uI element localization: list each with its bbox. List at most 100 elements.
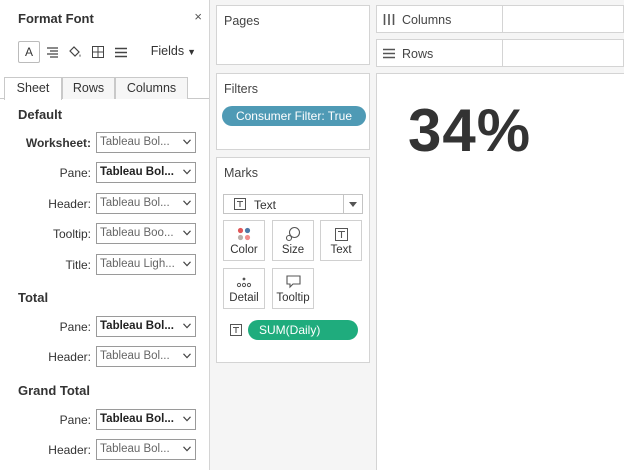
color-dots-icon bbox=[237, 227, 251, 241]
alignment-icon bbox=[46, 47, 58, 58]
select-value: Tableau Boo... bbox=[100, 227, 174, 239]
chevron-down-icon: ▼ bbox=[187, 47, 196, 57]
size-icon bbox=[285, 226, 301, 242]
format-tabs: Sheet Rows Columns bbox=[0, 77, 209, 100]
chevron-down-icon bbox=[183, 353, 191, 359]
chevron-down-icon bbox=[183, 446, 191, 452]
pages-shelf[interactable]: Pages bbox=[216, 5, 370, 65]
rows-icon bbox=[383, 48, 395, 59]
section-total-title: Total bbox=[18, 290, 49, 305]
tab-columns[interactable]: Columns bbox=[115, 77, 188, 99]
rows-label: Rows bbox=[402, 47, 434, 61]
section-default-title: Default bbox=[18, 107, 63, 122]
select-value: Tableau Bol... bbox=[100, 136, 170, 148]
fields-label: Fields bbox=[150, 44, 185, 58]
chevron-down-icon bbox=[183, 323, 191, 329]
chevron-down-icon bbox=[183, 230, 191, 236]
select-value: Tableau Bol... bbox=[100, 413, 174, 425]
close-icon[interactable]: × bbox=[194, 9, 202, 24]
columns-icon bbox=[383, 14, 395, 25]
section-grand-total-title: Grand Total bbox=[18, 383, 90, 398]
tab-rows[interactable]: Rows bbox=[62, 77, 115, 99]
total-header-label: Header: bbox=[48, 350, 91, 364]
alignment-button[interactable] bbox=[41, 41, 63, 63]
columns-shelf[interactable]: Columns bbox=[376, 5, 624, 33]
grand-total-header-font-select[interactable]: Tableau Bol... bbox=[96, 439, 196, 460]
size-label: Size bbox=[281, 244, 305, 256]
select-value: Tableau Bol... bbox=[100, 350, 170, 362]
chevron-down-icon bbox=[183, 416, 191, 422]
select-value: Tableau Bol... bbox=[100, 166, 174, 178]
chevron-down-icon bbox=[183, 139, 191, 145]
fields-dropdown[interactable]: Fields ▼ bbox=[151, 44, 196, 58]
detail-button[interactable]: Detail bbox=[223, 268, 265, 309]
title-font-select[interactable]: Tableau Ligh... bbox=[96, 254, 196, 275]
grand-total-pane-label: Pane: bbox=[59, 413, 91, 427]
tableau-workspace: Format Font × A Fields ▼ Sheet Rows Colu… bbox=[0, 0, 624, 470]
format-font-panel: Format Font × A Fields ▼ Sheet Rows Colu… bbox=[0, 0, 210, 470]
shelf-divider bbox=[502, 6, 503, 32]
header-label: Header: bbox=[48, 197, 91, 211]
shelf-divider bbox=[502, 40, 503, 66]
tab-sheet[interactable]: Sheet bbox=[4, 77, 62, 100]
tooltip-button[interactable]: Tooltip bbox=[272, 268, 314, 309]
pane-font-select[interactable]: Tableau Bol... bbox=[96, 162, 196, 183]
rows-shelf[interactable]: Rows bbox=[376, 39, 624, 67]
text-encoding-icon bbox=[230, 324, 242, 336]
chevron-down-icon bbox=[183, 261, 191, 267]
select-value: Tableau Bol... bbox=[100, 197, 170, 209]
shading-button[interactable] bbox=[64, 41, 86, 63]
color-label: Color bbox=[230, 244, 258, 256]
pane-label: Pane: bbox=[59, 166, 91, 180]
tooltip-label: Tooltip: bbox=[52, 227, 91, 241]
font-format-button[interactable]: A bbox=[18, 41, 40, 63]
borders-button[interactable] bbox=[87, 41, 109, 63]
tooltip-font-select[interactable]: Tableau Boo... bbox=[96, 223, 196, 244]
detail-label: Detail bbox=[229, 292, 259, 304]
panel-title: Format Font bbox=[18, 11, 94, 26]
lines-icon bbox=[115, 47, 127, 57]
format-toolbar: A Fields ▼ bbox=[18, 41, 198, 63]
header-font-select[interactable]: Tableau Bol... bbox=[96, 193, 196, 214]
pages-title: Pages bbox=[224, 14, 260, 28]
total-pane-label: Pane: bbox=[59, 320, 91, 334]
detail-icon bbox=[236, 277, 252, 288]
mark-type-label: Text bbox=[254, 198, 277, 212]
filters-title: Filters bbox=[224, 82, 259, 96]
total-pane-font-select[interactable]: Tableau Bol... bbox=[96, 316, 196, 337]
worksheet-font-select[interactable]: Tableau Bol... bbox=[96, 132, 196, 153]
chevron-down-icon bbox=[183, 200, 191, 206]
lines-button[interactable] bbox=[110, 41, 132, 63]
size-button[interactable]: Size bbox=[272, 220, 314, 261]
chevron-down-icon bbox=[349, 202, 357, 207]
filters-shelf[interactable]: Filters Consumer Filter: True bbox=[216, 73, 370, 150]
text-label: Text bbox=[330, 244, 352, 256]
color-button[interactable]: Color bbox=[223, 220, 265, 261]
tooltip-label: Tooltip bbox=[276, 292, 310, 304]
worksheet-label: Worksheet: bbox=[25, 136, 91, 150]
columns-label: Columns bbox=[402, 13, 452, 27]
chevron-down-icon bbox=[183, 169, 191, 175]
kpi-value[interactable]: 34% bbox=[408, 96, 531, 165]
measure-pill[interactable]: SUM(Daily) bbox=[248, 320, 358, 340]
marks-card: Marks Text Color Size Text Detail Toolti… bbox=[216, 157, 370, 363]
viz-view[interactable]: 34% bbox=[376, 73, 624, 470]
font-a-icon: A bbox=[24, 45, 33, 59]
total-header-font-select[interactable]: Tableau Bol... bbox=[96, 346, 196, 367]
marks-title: Marks bbox=[224, 166, 259, 180]
select-value: Tableau Bol... bbox=[100, 320, 174, 332]
borders-icon bbox=[92, 46, 104, 58]
select-value: Tableau Bol... bbox=[100, 443, 170, 455]
text-mark-icon bbox=[234, 198, 246, 210]
mark-type-select[interactable]: Text bbox=[223, 194, 363, 214]
grand-total-pane-font-select[interactable]: Tableau Bol... bbox=[96, 409, 196, 430]
title-label: Title: bbox=[65, 258, 91, 272]
grand-total-header-label: Header: bbox=[48, 443, 91, 457]
text-button[interactable]: Text bbox=[320, 220, 362, 261]
select-divider bbox=[343, 195, 344, 213]
select-value: Tableau Ligh... bbox=[100, 258, 175, 270]
text-icon bbox=[334, 227, 348, 241]
filter-pill[interactable]: Consumer Filter: True bbox=[222, 106, 366, 126]
tooltip-icon bbox=[285, 275, 301, 289]
paint-bucket-icon bbox=[68, 46, 80, 57]
